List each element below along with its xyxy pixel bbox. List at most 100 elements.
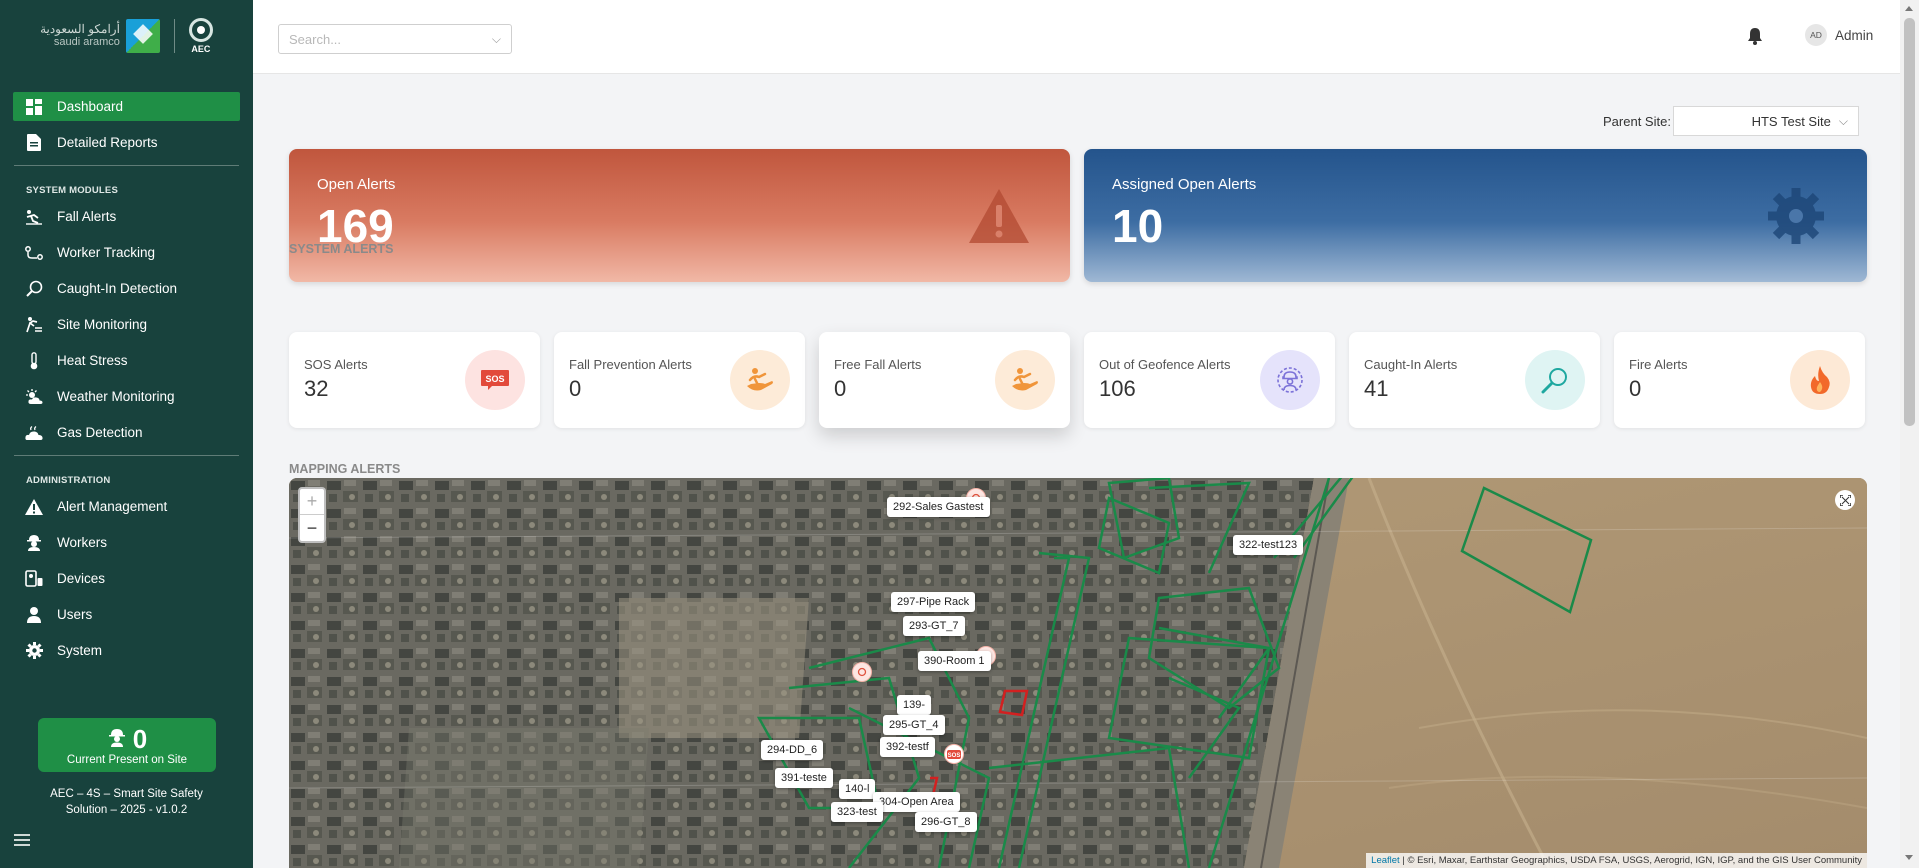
logo-area: أرامكو السعودية saudi aramco AEC (0, 0, 253, 68)
sos-alerts-card[interactable]: SOS Alerts 32 SOS (289, 332, 540, 428)
helmet-worker-icon (107, 727, 127, 752)
chevron-down-icon: ⌵ (1838, 113, 1848, 128)
attribution-text: | © Esri, Maxar, Earthstar Geographics, … (1402, 855, 1862, 866)
sidebar-item-detailed-reports[interactable]: Detailed Reports (13, 128, 240, 157)
scroll-up-icon[interactable] (1905, 6, 1913, 11)
open-alerts-card[interactable]: Open Alerts 169 (289, 149, 1070, 282)
aramco-mark-icon (125, 19, 160, 53)
map-zone-label[interactable]: 294-DD_6 (761, 740, 824, 760)
warning-icon (969, 189, 1029, 243)
gear-icon (24, 641, 44, 661)
gear-icon (1768, 188, 1824, 244)
present-label: Current Present on Site (66, 754, 188, 766)
sidebar-item-alert-management[interactable]: Alert Management (13, 492, 240, 521)
out-of-geofence-alerts-card[interactable]: Out of Geofence Alerts 106 (1084, 332, 1335, 428)
satellite-imagery (289, 478, 1867, 868)
sos-marker-icon[interactable]: SOS (944, 744, 964, 764)
geofence-worker-icon (1260, 350, 1320, 410)
map-zone-label[interactable]: 392-testf (880, 737, 935, 757)
alerts-map[interactable]: + − 292-Sales Gastest 322-test123 297-Pi… (289, 478, 1867, 868)
zoom-out-button[interactable]: − (300, 515, 324, 541)
present-on-site-widget: 0 Current Present on Site (38, 718, 216, 772)
zoom-in-button[interactable]: + (300, 489, 324, 515)
assigned-open-alerts-value: 10 (1112, 200, 1164, 252)
sidebar-item-weather-monitoring[interactable]: Weather Monitoring (13, 382, 240, 411)
map-zone-label[interactable]: 293-GT_7 (903, 616, 965, 636)
map-attribution: Leaflet | © Esri, Maxar, Earthstar Geogr… (1366, 853, 1867, 868)
alert-marker[interactable] (852, 662, 872, 682)
magnifier-icon (1525, 350, 1585, 410)
magnifier-icon (24, 279, 44, 299)
sidebar-item-label: Heat Stress (57, 353, 128, 368)
warning-icon (24, 497, 44, 517)
version-line-1: AEC – 4S – Smart Site Safety (50, 788, 203, 800)
free-fall-alerts-card[interactable]: Free Fall Alerts 0 (819, 332, 1070, 428)
menu-toggle-icon[interactable] (14, 834, 30, 848)
weather-icon (24, 387, 44, 407)
user-icon (24, 605, 44, 625)
sidebar-item-users[interactable]: Users (13, 600, 240, 629)
parent-site-value: HTS Test Site (1751, 113, 1831, 129)
route-icon (24, 243, 44, 263)
map-zone-label[interactable]: 139- (897, 695, 932, 715)
chevron-down-icon: ⌵ (491, 31, 501, 46)
aramco-latin-name: saudi aramco (53, 36, 120, 48)
sidebar-item-worker-tracking[interactable]: Worker Tracking (13, 238, 240, 267)
map-zone-label[interactable]: 390-Room 1 (918, 651, 991, 671)
map-zone-label[interactable]: 295-GT_4 (883, 715, 945, 735)
parent-site-select[interactable]: HTS Test Site ⌵ (1672, 106, 1859, 136)
search-select[interactable]: Search... ⌵ (278, 24, 512, 54)
gas-icon (24, 423, 44, 443)
map-zone-label[interactable]: 304-Open Area (873, 792, 960, 812)
aramco-arabic-name: أرامكو السعودية (40, 22, 120, 36)
scroll-down-icon[interactable] (1905, 855, 1913, 860)
parent-site-label: Parent Site: (1603, 113, 1671, 129)
sidebar-item-gas-detection[interactable]: Gas Detection (13, 418, 240, 447)
sidebar-item-label: Alert Management (57, 499, 168, 514)
search-placeholder: Search... (289, 31, 342, 47)
aec-logo-text: AEC (191, 44, 211, 54)
scrollbar-thumb[interactable] (1904, 18, 1915, 426)
sidebar: أرامكو السعودية saudi aramco AEC Dashboa… (0, 0, 253, 868)
map-zone-label[interactable]: 292-Sales Gastest (887, 497, 990, 517)
fire-alerts-card[interactable]: Fire Alerts 0 (1614, 332, 1865, 428)
fall-prevention-alerts-card[interactable]: Fall Prevention Alerts 0 (554, 332, 805, 428)
caught-in-alerts-card[interactable]: Caught-In Alerts 41 (1349, 332, 1600, 428)
map-zone-label[interactable]: 323-test (831, 802, 883, 822)
map-zone-label[interactable]: 140-l (839, 779, 876, 799)
map-zone-label[interactable]: 322-test123 (1233, 535, 1304, 555)
sidebar-item-label: Site Monitoring (57, 317, 148, 332)
sos-icon: SOS (465, 350, 525, 410)
sidebar-item-workers[interactable]: Workers (13, 528, 240, 557)
sidebar-item-label: Dashboard (57, 99, 124, 114)
sidebar-item-label: Worker Tracking (57, 245, 156, 260)
logo-divider (173, 19, 175, 53)
dashboard-icon (24, 97, 44, 117)
map-zone-label[interactable]: 296-GT_8 (915, 812, 977, 832)
fullscreen-icon[interactable] (1835, 490, 1855, 510)
site-icon (24, 315, 44, 335)
sidebar-item-fall-alerts[interactable]: Fall Alerts (13, 202, 240, 231)
leaflet-link[interactable]: Leaflet (1371, 855, 1400, 866)
fall-hand-icon (730, 350, 790, 410)
sidebar-item-caught-in-detection[interactable]: Caught-In Detection (13, 274, 240, 303)
topbar: Search... ⌵ AD Admin (253, 0, 1900, 74)
sidebar-item-system[interactable]: System (13, 636, 240, 665)
aramco-logo: أرامكو السعودية saudi aramco (40, 19, 160, 53)
sidebar-item-heat-stress[interactable]: Heat Stress (13, 346, 240, 375)
assigned-open-alerts-card[interactable]: Assigned Open Alerts 10 (1084, 149, 1867, 282)
sidebar-item-devices[interactable]: Devices (13, 564, 240, 593)
open-alerts-value: 169 (317, 200, 394, 252)
svg-text:SOS: SOS (948, 753, 961, 759)
zoom-control: + − (298, 487, 326, 543)
user-menu[interactable]: AD Admin (1805, 24, 1873, 46)
map-zone-label[interactable]: 297-Pipe Rack (891, 592, 976, 612)
map-zone-label[interactable]: 391-teste (775, 768, 833, 788)
sidebar-item-dashboard[interactable]: Dashboard (13, 92, 240, 121)
sidebar-item-label: Weather Monitoring (57, 389, 175, 404)
sidebar-item-label: Caught-In Detection (57, 281, 178, 296)
main-content: Parent Site: HTS Test Site ⌵ Open Alerts… (253, 74, 1900, 868)
version-info: AEC – 4S – Smart Site Safety Solution – … (0, 786, 253, 818)
notification-bell-icon[interactable] (1747, 27, 1763, 45)
sidebar-item-site-monitoring[interactable]: Site Monitoring (13, 310, 240, 339)
